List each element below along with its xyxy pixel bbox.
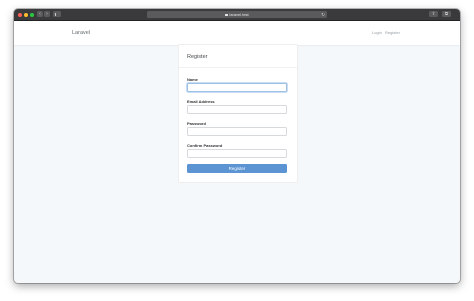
email-label: Email Address [187,99,215,104]
share-icon: ⇧ [431,11,436,16]
brand-link[interactable]: Laravel [72,21,90,45]
reload-icon[interactable]: ↻ [321,11,325,18]
minimize-window-button[interactable] [24,12,28,17]
address-bar[interactable]: laravel.test ↻ [147,11,327,18]
login-link[interactable]: Login [372,21,382,45]
confirm-password-label: Confirm Password [187,143,223,148]
close-window-button[interactable] [18,12,22,17]
address-text: laravel.test [229,12,249,17]
browser-window: ‹ › laravel.test ↻ ⇧ ⧉ Laravel Login Reg… [14,9,460,283]
chevron-left-icon: ‹ [39,11,41,17]
tabs-icon: ⧉ [444,11,449,16]
back-button[interactable]: ‹ [37,11,43,17]
tabs-button[interactable]: ⧉ [442,11,451,17]
sidebar-toggle-button[interactable] [53,11,61,17]
share-button[interactable]: ⇧ [429,11,438,17]
lock-icon [225,14,228,16]
card-title: Register [187,54,208,60]
browser-toolbar: ‹ › laravel.test ↻ ⇧ ⧉ [14,9,460,21]
register-link[interactable]: Register [385,21,400,45]
confirm-password-field[interactable] [187,149,287,158]
site-navbar: Laravel Login Register [14,21,460,45]
card-header: Register [179,45,297,68]
name-label: Name [187,77,198,82]
forward-button[interactable]: › [44,11,50,17]
password-field[interactable] [187,127,287,136]
password-label: Password [187,121,206,126]
email-field[interactable] [187,105,287,114]
maximize-window-button[interactable] [30,12,34,17]
register-button[interactable]: Register [187,164,287,173]
chevron-right-icon: › [46,11,48,17]
register-card: Register Name Email Address Password Con… [178,44,298,183]
name-field[interactable] [187,83,287,92]
